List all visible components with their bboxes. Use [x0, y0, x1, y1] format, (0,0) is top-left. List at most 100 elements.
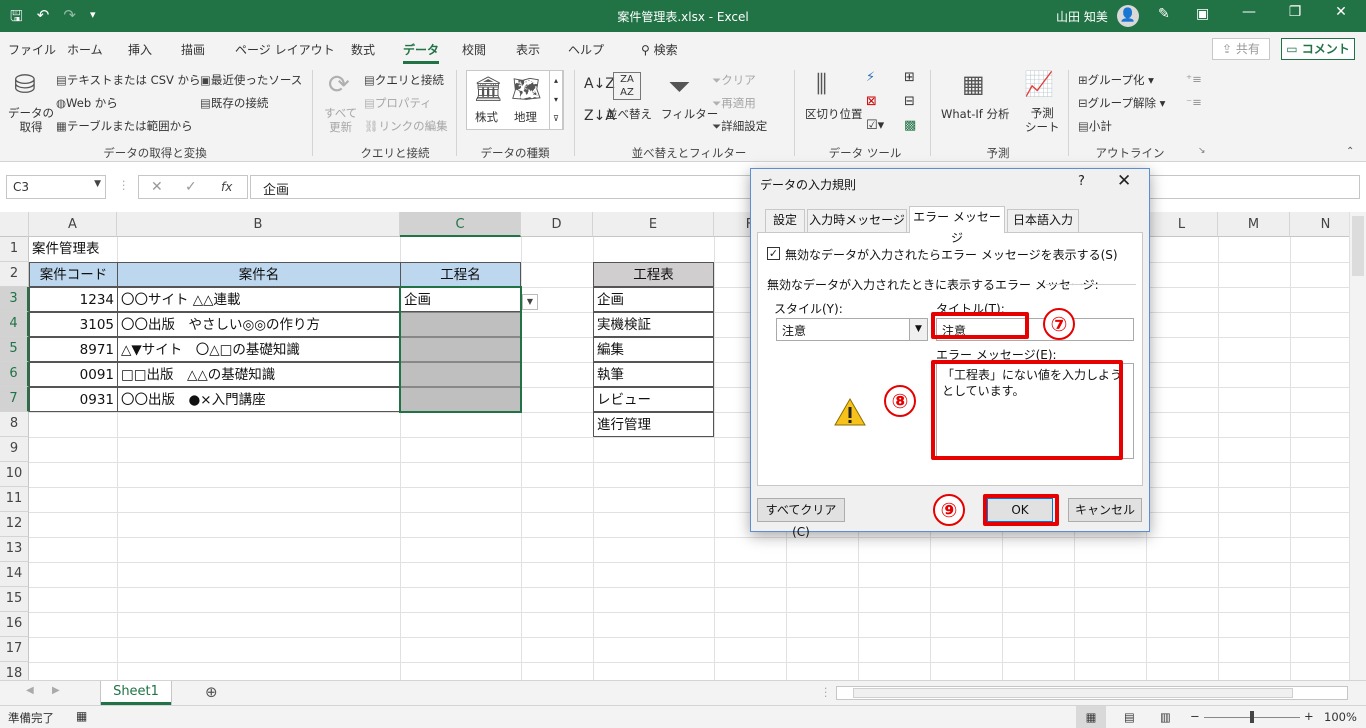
collapse-ribbon-icon[interactable]: ⌃	[1346, 146, 1354, 157]
recent-sources-button[interactable]: ▣最近使ったソース	[200, 72, 302, 88]
insert-function-icon[interactable]: fx	[221, 180, 232, 194]
vertical-scroll-thumb[interactable]	[1352, 216, 1364, 276]
web-button[interactable]: ◍Web から	[56, 95, 118, 111]
stocks-button[interactable]: 株式	[475, 109, 498, 125]
consolidate-icon[interactable]: ⊞	[904, 70, 915, 85]
row-header[interactable]: 15	[0, 587, 29, 612]
forecast-sheet-button[interactable]: 予測 シート	[1025, 106, 1060, 134]
prev-sheet-icon[interactable]: ◀	[26, 685, 34, 696]
reapply-button[interactable]: ⏷再適用	[712, 95, 756, 111]
hide-detail-icon[interactable]: ⁻≡	[1186, 95, 1202, 109]
existing-connections-button[interactable]: ▤既存の接続	[200, 95, 268, 111]
help-icon[interactable]: ?	[1078, 174, 1085, 189]
cell-b5[interactable]: △▼サイト 〇△□の基礎知識	[117, 337, 401, 362]
row-header[interactable]: 4	[0, 312, 29, 337]
zoom-level[interactable]: 100%	[1324, 710, 1357, 724]
table-range-button[interactable]: ▦テーブルまたは範囲から	[56, 118, 193, 134]
user-avatar-icon[interactable]: 👤	[1117, 5, 1139, 27]
ribbon-display-icon[interactable]: ▣	[1196, 6, 1209, 22]
row-header[interactable]: 1	[0, 237, 29, 262]
page-layout-view-icon[interactable]: ▤	[1124, 710, 1135, 724]
style-select[interactable]: 注意 ▼	[776, 318, 928, 341]
clear-button[interactable]: ⏷クリア	[712, 72, 756, 88]
tab-error-alert[interactable]: エラー メッセージ	[909, 206, 1005, 245]
sheet-tab-sheet1[interactable]: Sheet1	[101, 681, 171, 705]
text-to-columns-button[interactable]: 区切り位置	[805, 106, 863, 122]
data-validation-icon[interactable]: ☑▾	[866, 118, 884, 133]
close-icon[interactable]: ✕	[1117, 171, 1131, 191]
cell-e3[interactable]: 企画	[593, 287, 714, 312]
share-button[interactable]: ⇪ 共有	[1212, 38, 1270, 60]
page-break-view-icon[interactable]: ▥	[1160, 710, 1171, 724]
row-header[interactable]: 13	[0, 537, 29, 562]
zoom-slider-thumb[interactable]	[1250, 711, 1254, 723]
next-sheet-icon[interactable]: ▶	[52, 685, 60, 696]
properties-button[interactable]: ▤プロパティ	[364, 95, 432, 111]
cell-a6[interactable]: 0091	[29, 362, 118, 387]
row-header[interactable]: 5	[0, 337, 29, 362]
column-header-a[interactable]: A	[29, 212, 117, 237]
row-header[interactable]: 2	[0, 262, 29, 287]
filter-button[interactable]: フィルター	[661, 106, 718, 122]
sort-button[interactable]: 並べ替え	[606, 106, 652, 122]
relationships-icon[interactable]: ⊟	[904, 94, 915, 109]
cell-b4[interactable]: 〇〇出版 やさしい◎◎の作り方	[117, 312, 401, 337]
row-header[interactable]: 17	[0, 637, 29, 662]
group-button[interactable]: ⊞グループ化 ▾	[1078, 72, 1154, 88]
minimize-button[interactable]: —	[1226, 4, 1272, 20]
tab-insert[interactable]: 挿入	[128, 41, 152, 58]
tab-formulas[interactable]: 数式	[351, 41, 375, 58]
subtotal-button[interactable]: ▤小計	[1078, 118, 1112, 134]
comment-button[interactable]: ▭ コメント	[1281, 38, 1355, 60]
cell-a3[interactable]: 1234	[29, 287, 118, 312]
cell-a5[interactable]: 8971	[29, 337, 118, 362]
edit-links-button[interactable]: ⛓リンクの編集	[364, 118, 448, 134]
cell-e2-header[interactable]: 工程表	[593, 262, 714, 287]
advanced-button[interactable]: ⏷詳細設定	[712, 118, 767, 134]
search-box[interactable]: ⚲ 検索	[641, 41, 678, 58]
cell-b2-header[interactable]: 案件名	[117, 262, 401, 287]
tab-ime-mode[interactable]: 日本語入力	[1007, 209, 1079, 232]
row-header[interactable]: 18	[0, 662, 29, 680]
clear-all-button[interactable]: すべてクリア(C)	[757, 498, 845, 539]
row-header[interactable]: 11	[0, 487, 29, 512]
column-header-b[interactable]: B	[117, 212, 400, 237]
row-header[interactable]: 9	[0, 437, 29, 462]
select-all-corner[interactable]	[0, 212, 29, 237]
cell-e8[interactable]: 進行管理	[593, 412, 714, 437]
validation-dropdown-button[interactable]: ▼	[522, 294, 538, 310]
tab-review[interactable]: 校閲	[462, 41, 486, 58]
worksheet-grid[interactable]: A B C D E F G H I J K L M N 1 2 3 4 5 6 …	[0, 212, 1366, 680]
row-header[interactable]: 14	[0, 562, 29, 587]
show-error-checkbox[interactable]: ✓	[767, 247, 780, 260]
refresh-all-button[interactable]: すべて 更新	[324, 106, 357, 134]
cell-c2-header[interactable]: 工程名	[400, 262, 521, 287]
column-header-m[interactable]: M	[1218, 212, 1290, 237]
tab-settings[interactable]: 設定	[765, 209, 805, 232]
cancel-entry-icon[interactable]: ✕	[151, 179, 163, 195]
tab-page-layout[interactable]: ページ レイアウト	[235, 41, 335, 58]
queries-connections-button[interactable]: ▤クエリと接続	[364, 72, 444, 88]
geography-button[interactable]: 地理	[514, 109, 537, 125]
vertical-scrollbar[interactable]	[1349, 212, 1366, 680]
column-header-c[interactable]: C	[400, 212, 521, 237]
close-window-button[interactable]: ✕	[1318, 4, 1364, 20]
cell-e5[interactable]: 編集	[593, 337, 714, 362]
cell-e4[interactable]: 実機検証	[593, 312, 714, 337]
tab-split-grip-icon[interactable]: ⋮	[820, 685, 832, 699]
ungroup-button[interactable]: ⊟グループ解除 ▾	[1078, 95, 1165, 111]
pen-icon[interactable]: ✎	[1158, 6, 1170, 22]
tab-help[interactable]: ヘルプ	[568, 41, 604, 58]
name-box[interactable]: C3 ▼	[6, 175, 106, 199]
cancel-button[interactable]: キャンセル	[1068, 498, 1142, 522]
data-model-icon[interactable]: ▩	[904, 118, 916, 133]
normal-view-icon[interactable]: ▦	[1076, 706, 1106, 728]
horizontal-scroll-thumb[interactable]	[853, 688, 1293, 698]
sort-az-icon[interactable]: A↓Z	[584, 76, 615, 92]
tab-draw[interactable]: 描画	[181, 41, 205, 58]
row-header[interactable]: 10	[0, 462, 29, 487]
tab-data[interactable]: データ	[403, 41, 440, 64]
restore-button[interactable]: ❐	[1272, 4, 1318, 20]
cell-e7[interactable]: レビュー	[593, 387, 714, 412]
tab-view[interactable]: 表示	[516, 41, 540, 58]
